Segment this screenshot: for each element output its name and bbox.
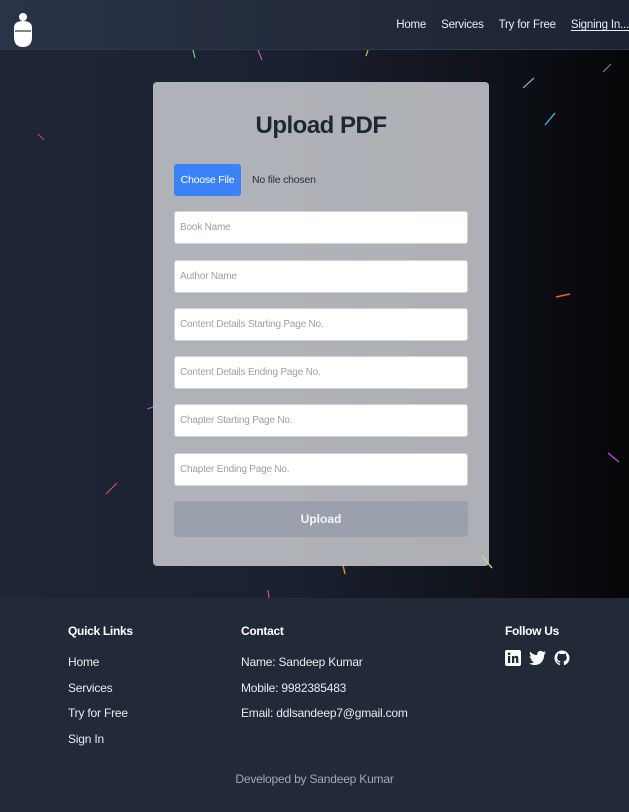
social-links — [505, 650, 570, 666]
nav-signing-in-link[interactable]: Signing In... — [571, 19, 629, 31]
main-nav: Home Services Try for Free Signing In... — [381, 0, 629, 50]
upload-card: Upload PDF Choose File No file chosen Up… — [153, 82, 489, 566]
file-picker: Choose File No file chosen — [174, 164, 316, 196]
quick-links-heading: Quick Links — [68, 624, 133, 638]
author-name-input[interactable] — [174, 260, 468, 293]
chapter-start-page-input[interactable] — [174, 404, 468, 437]
follow-heading: Follow Us — [505, 624, 559, 638]
upload-button[interactable]: Upload — [174, 501, 468, 537]
contact-heading: Contact — [241, 624, 284, 638]
contact-email: Email: ddlsandeep7@gmail.com — [241, 706, 408, 720]
chapter-end-page-input[interactable] — [174, 453, 468, 486]
site-footer: Quick Links Home Services Try for Free S… — [0, 598, 629, 812]
contact-section: Contact Name: Sandeep Kumar Mobile: 9982… — [241, 624, 408, 727]
book-name-input[interactable] — [174, 211, 468, 244]
choose-file-button[interactable]: Choose File — [174, 164, 241, 196]
nav-services-link[interactable]: Services — [441, 19, 484, 31]
content-end-page-input[interactable] — [174, 356, 468, 389]
content-start-page-input[interactable] — [174, 308, 468, 341]
twitter-icon[interactable] — [529, 650, 546, 666]
contact-mobile: Mobile: 9982385483 — [241, 680, 347, 695]
footer-home-link[interactable]: Home — [68, 650, 133, 676]
developer-credit: Developed by Sandeep Kumar — [235, 772, 394, 786]
page-title: Upload PDF — [255, 112, 388, 139]
footer-services-link[interactable]: Services — [68, 676, 133, 702]
quick-links-section: Quick Links Home Services Try for Free S… — [68, 624, 133, 752]
footer-try-free-link[interactable]: Try for Free — [68, 701, 133, 727]
follow-section: Follow Us — [505, 624, 570, 666]
footer-sign-in-link[interactable]: Sign In — [68, 727, 133, 753]
nav-try-free-link[interactable]: Try for Free — [499, 19, 556, 31]
nav-home-link[interactable]: Home — [396, 19, 426, 31]
github-icon[interactable] — [554, 650, 570, 666]
file-status-text: No file chosen — [252, 174, 316, 186]
contact-name: Name: Sandeep Kumar — [241, 655, 363, 669]
site-header: Home Services Try for Free Signing In... — [0, 0, 629, 50]
lightbulb-icon[interactable] — [12, 12, 34, 48]
linkedin-icon[interactable] — [505, 650, 521, 666]
